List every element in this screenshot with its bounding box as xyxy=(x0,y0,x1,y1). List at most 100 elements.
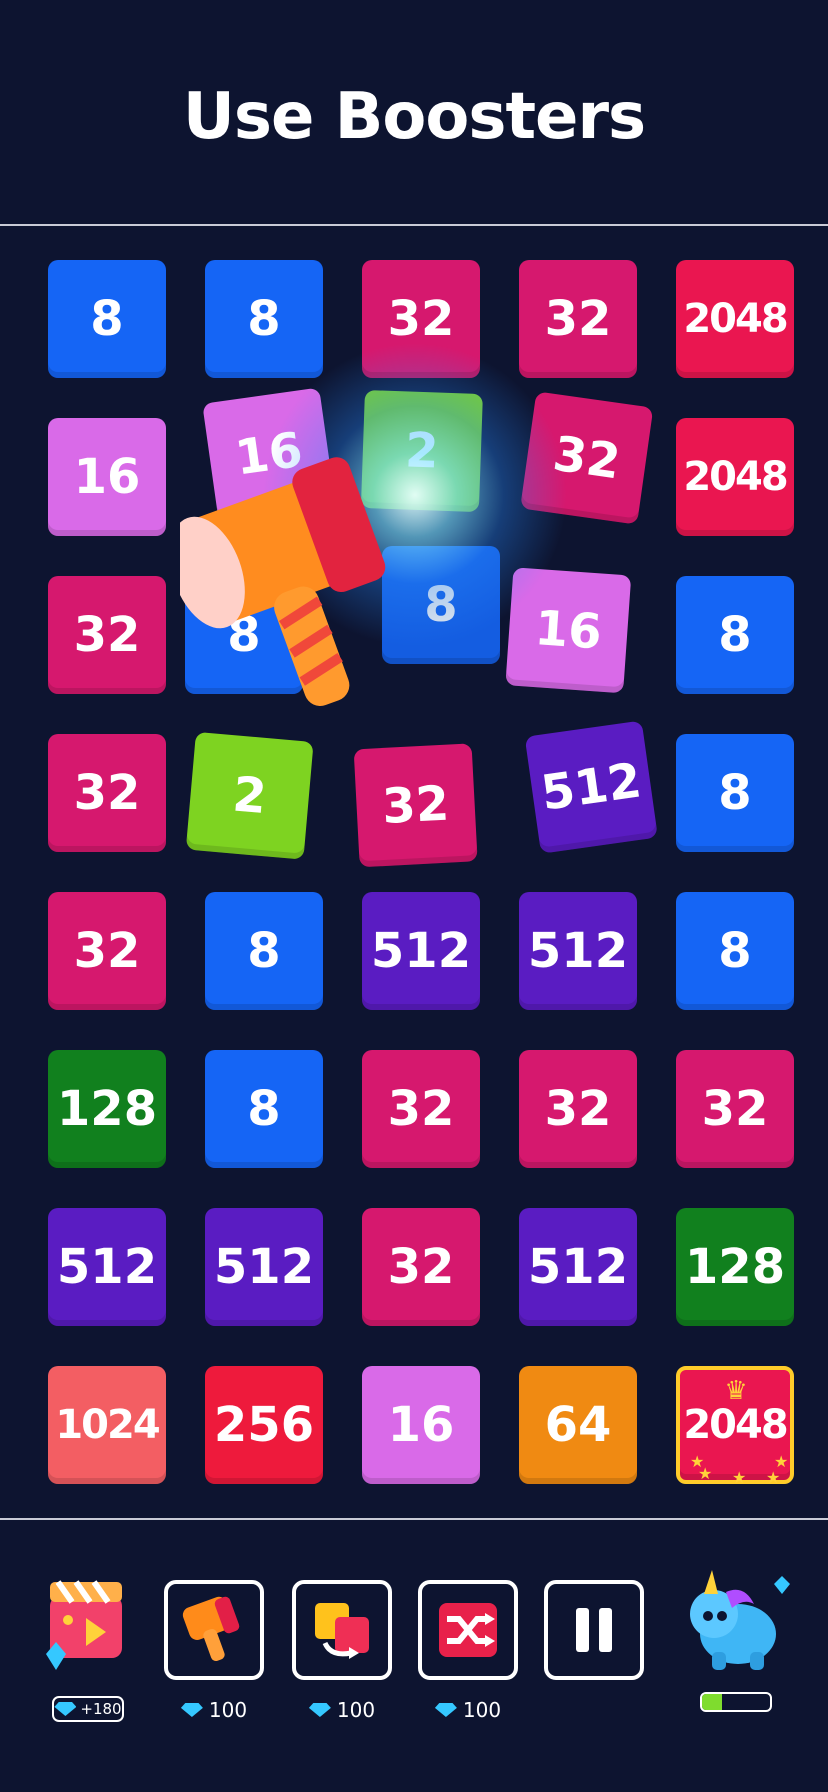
tile[interactable]: 32 xyxy=(362,1050,480,1168)
header-divider xyxy=(0,224,828,226)
tile[interactable]: 32 xyxy=(676,1050,794,1168)
video-reward-button[interactable] xyxy=(42,1576,132,1686)
tile-value: 8 xyxy=(247,1081,281,1137)
tile[interactable]: 32 xyxy=(48,734,166,852)
mascot[interactable] xyxy=(674,1568,794,1678)
video-reward-icon xyxy=(46,1580,122,1670)
tile-value: 32 xyxy=(380,775,451,836)
tile-value: 16 xyxy=(73,449,141,505)
tile[interactable]: 256 xyxy=(205,1366,323,1484)
tile-value: 32 xyxy=(73,765,141,821)
swap-booster-button[interactable] xyxy=(292,1580,392,1680)
gem-icon xyxy=(434,1703,457,1717)
tile[interactable]: 8 xyxy=(205,892,323,1010)
tile[interactable]: 128 xyxy=(676,1208,794,1326)
gem-icon xyxy=(54,1702,77,1716)
tile-value: 8 xyxy=(247,291,281,347)
tile-value: 2048 xyxy=(683,454,788,500)
tile[interactable]: 16 xyxy=(362,1366,480,1484)
tile[interactable]: 2048 ♛ ★ ★ ★ ★ ★ xyxy=(676,1366,794,1487)
tile-value: 8 xyxy=(718,765,752,821)
tile-value: 512 xyxy=(527,1239,629,1295)
gem-icon xyxy=(308,1703,331,1717)
tile[interactable]: 512 xyxy=(519,1208,637,1326)
tile[interactable]: 32 xyxy=(48,576,166,694)
shuffle-cost: 100 xyxy=(413,1698,523,1722)
tile[interactable]: 32 xyxy=(519,260,637,378)
tile-value: 16 xyxy=(533,600,604,661)
tile-value: 32 xyxy=(544,291,612,347)
hammer-booster-button[interactable] xyxy=(164,1580,264,1680)
tile-value: 512 xyxy=(213,1239,315,1295)
crown-icon: ♛ xyxy=(724,1376,747,1406)
tile-value: 512 xyxy=(527,923,629,979)
hammer-icon xyxy=(182,1596,240,1662)
tile-value: 8 xyxy=(718,607,752,663)
tile[interactable]: 32 xyxy=(353,743,478,868)
tile-value: 1024 xyxy=(55,1402,160,1448)
tile[interactable]: 128 xyxy=(48,1050,166,1168)
shuffle-icon xyxy=(439,1603,497,1657)
tile-value: 8 xyxy=(90,291,124,347)
pause-icon xyxy=(576,1608,612,1652)
tile-value: 128 xyxy=(684,1239,786,1295)
tile-value: 8 xyxy=(718,923,752,979)
tile[interactable]: 16 xyxy=(48,418,166,536)
tile[interactable]: 512 xyxy=(205,1208,323,1326)
tile-value: 32 xyxy=(701,1081,769,1137)
swap-icon xyxy=(315,1603,369,1659)
tile-value: 32 xyxy=(387,1081,455,1137)
tile[interactable]: 512 xyxy=(362,892,480,1010)
reward-amount: +180 xyxy=(80,1700,122,1718)
tile[interactable]: 32 xyxy=(48,892,166,1010)
tile[interactable]: 2 xyxy=(185,731,314,860)
hammer-cost: 100 xyxy=(159,1698,269,1722)
tile[interactable]: 8 xyxy=(676,734,794,852)
tile-value: 32 xyxy=(73,923,141,979)
tile[interactable]: 2048 xyxy=(676,260,794,378)
tile[interactable]: 32 xyxy=(519,1050,637,1168)
tile-value: 2048 xyxy=(683,1402,788,1448)
tile-value: 32 xyxy=(387,1239,455,1295)
tile[interactable]: 512 xyxy=(48,1208,166,1326)
tile[interactable]: 2048 xyxy=(676,418,794,536)
reward-badge: +180 xyxy=(52,1696,124,1722)
tile[interactable]: 8 xyxy=(205,260,323,378)
pause-button[interactable] xyxy=(544,1580,644,1680)
tile-value: 128 xyxy=(56,1081,158,1137)
tile-value: 32 xyxy=(73,607,141,663)
tile-value: 2 xyxy=(230,766,269,826)
hammer-icon xyxy=(180,457,386,706)
swap-cost: 100 xyxy=(287,1698,397,1722)
toolbar-divider xyxy=(0,1518,828,1520)
tile-value: 16 xyxy=(387,1397,455,1453)
mascot-progress-bar xyxy=(700,1692,772,1712)
shuffle-cost-value: 100 xyxy=(462,1698,502,1722)
swap-cost-value: 100 xyxy=(336,1698,376,1722)
star-icon: ★ xyxy=(732,1468,746,1487)
hammer-cost-value: 100 xyxy=(208,1698,248,1722)
shuffle-booster-button[interactable] xyxy=(418,1580,518,1680)
tile[interactable]: 8 xyxy=(676,892,794,1010)
tile[interactable]: 64 xyxy=(519,1366,637,1484)
tile[interactable]: 1024 xyxy=(48,1366,166,1484)
gem-icon xyxy=(180,1703,203,1717)
tile-value: 2048 xyxy=(683,296,788,342)
tile-value: 512 xyxy=(370,923,472,979)
tile-value: 32 xyxy=(544,1081,612,1137)
tile-value: 8 xyxy=(247,923,281,979)
unicorn-icon xyxy=(690,1570,790,1670)
tile-value: 512 xyxy=(56,1239,158,1295)
tile-value: 256 xyxy=(213,1397,315,1453)
tile[interactable]: 8 xyxy=(48,260,166,378)
star-icon: ★ xyxy=(698,1464,712,1483)
tile[interactable]: 8 xyxy=(205,1050,323,1168)
star-icon: ★ xyxy=(766,1468,780,1487)
tile[interactable]: 32 xyxy=(362,1208,480,1326)
mascot-progress-fill xyxy=(702,1694,723,1710)
tile[interactable]: 512 xyxy=(524,720,658,854)
tile-value: 64 xyxy=(544,1397,612,1453)
tile-value: 512 xyxy=(537,752,645,822)
tile[interactable]: 512 xyxy=(519,892,637,1010)
tile[interactable]: 8 xyxy=(676,576,794,694)
